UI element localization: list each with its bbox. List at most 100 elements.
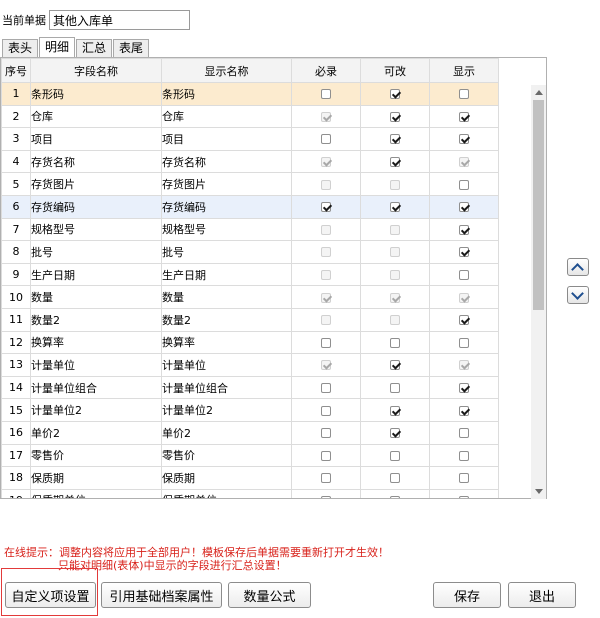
editable-checkbox[interactable] (390, 428, 400, 439)
tab-detail[interactable]: 明细 (39, 37, 76, 57)
editable-cell (360, 104, 430, 129)
editable-cell (360, 420, 430, 445)
visible-checkbox[interactable] (459, 428, 469, 439)
table-row[interactable]: 16 单价2 单价2 (1, 420, 499, 445)
col-header-visible: 显示 (429, 58, 499, 83)
custom-item-settings-button[interactable]: 自定义项设置 (5, 582, 96, 608)
quantity-formula-button[interactable]: 数量公式 (228, 582, 311, 608)
editable-checkbox[interactable] (390, 495, 400, 498)
visible-checkbox[interactable] (459, 337, 469, 348)
row-index-cell: 13 (1, 353, 31, 377)
required-cell (291, 398, 361, 422)
display-name-cell: 计量单位2 (161, 398, 292, 422)
scroll-up-arrow-icon[interactable] (531, 85, 546, 100)
table-row[interactable]: 11 数量2 数量2 (1, 307, 499, 332)
editable-checkbox[interactable] (390, 450, 400, 461)
required-checkbox[interactable] (321, 89, 331, 100)
required-checkbox[interactable] (321, 428, 331, 439)
row-index-cell: 8 (1, 240, 31, 264)
move-row-down-button[interactable] (567, 286, 589, 304)
scroll-down-arrow-icon[interactable] (531, 484, 546, 499)
editable-cell (360, 149, 430, 174)
table-row[interactable]: 14 计量单位组合 计量单位组合 (1, 375, 499, 400)
visible-checkbox[interactable] (459, 270, 469, 281)
table-row[interactable]: 7 规格型号 规格型号 (1, 217, 499, 242)
visible-checkbox[interactable] (459, 450, 469, 461)
required-cell (291, 330, 361, 355)
exit-button[interactable]: 退出 (508, 582, 576, 608)
visible-checkbox[interactable] (459, 247, 469, 258)
table-row[interactable]: 6 存货编码 存货编码 (1, 194, 499, 219)
current-document-input[interactable] (49, 10, 190, 30)
tab-header[interactable]: 表头 (2, 39, 39, 57)
scrollbar-thumb[interactable] (533, 100, 544, 310)
display-name-cell: 生产日期 (161, 262, 292, 287)
table-row[interactable]: 10 数量 数量 (1, 285, 499, 309)
table-header-row: 序号 字段名称 显示名称 必录 可改 显示 (1, 58, 499, 83)
tab-summary[interactable]: 汇总 (76, 39, 113, 57)
visible-checkbox[interactable] (459, 405, 469, 416)
required-checkbox[interactable] (321, 383, 331, 394)
table-row[interactable]: 8 批号 批号 (1, 240, 499, 264)
editable-checkbox[interactable] (390, 202, 400, 213)
editable-checkbox[interactable] (390, 157, 400, 168)
visible-checkbox[interactable] (459, 111, 469, 122)
required-checkbox[interactable] (321, 495, 331, 498)
required-checkbox[interactable] (321, 202, 331, 213)
visible-checkbox[interactable] (459, 315, 469, 326)
table-row[interactable]: 18 保质期 保质期 (1, 466, 499, 490)
visible-checkbox[interactable] (459, 224, 469, 235)
required-checkbox[interactable] (321, 134, 331, 145)
visible-checkbox[interactable] (459, 89, 469, 100)
visible-cell (429, 420, 499, 445)
table-row[interactable]: 4 存货名称 存货名称 (1, 149, 499, 174)
visible-checkbox[interactable] (459, 473, 469, 484)
editable-checkbox[interactable] (390, 360, 400, 371)
tab-footer[interactable]: 表尾 (113, 39, 150, 57)
visible-checkbox[interactable] (459, 495, 469, 498)
visible-checkbox[interactable] (459, 383, 469, 394)
editable-checkbox[interactable] (390, 405, 400, 416)
table-row[interactable]: 5 存货图片 存货图片 (1, 172, 499, 196)
editable-checkbox[interactable] (390, 473, 400, 484)
required-checkbox (321, 247, 331, 258)
row-index-cell: 3 (1, 127, 31, 151)
visible-cell (429, 262, 499, 287)
reference-base-archive-button[interactable]: 引用基础档案属性 (101, 582, 222, 608)
table-row[interactable]: 3 项目 项目 (1, 127, 499, 151)
visible-checkbox[interactable] (459, 202, 469, 213)
visible-cell (429, 104, 499, 129)
visible-cell (429, 488, 499, 498)
table-row[interactable]: 2 仓库 仓库 (1, 104, 499, 129)
table-row[interactable]: 9 生产日期 生产日期 (1, 262, 499, 287)
table-row[interactable]: 13 计量单位 计量单位 (1, 353, 499, 377)
editable-checkbox[interactable] (390, 89, 400, 100)
editable-checkbox[interactable] (390, 111, 400, 122)
table-row[interactable]: 19保质期单位保质期单位 (1, 488, 499, 498)
editable-checkbox[interactable] (390, 134, 400, 145)
required-checkbox[interactable] (321, 450, 331, 461)
editable-checkbox[interactable] (390, 337, 400, 348)
visible-cell (429, 194, 499, 219)
table-row[interactable]: 15 计量单位2 计量单位2 (1, 398, 499, 422)
required-checkbox[interactable] (321, 337, 331, 348)
table-row[interactable]: 12 换算率 换算率 (1, 330, 499, 355)
visible-cell (429, 217, 499, 242)
display-name-cell: 项目 (161, 127, 292, 151)
move-row-up-button[interactable] (567, 258, 589, 276)
save-button[interactable]: 保存 (433, 582, 501, 608)
col-header-editable: 可改 (360, 58, 430, 83)
field-name-cell: 项目 (30, 127, 162, 151)
required-checkbox[interactable] (321, 405, 331, 416)
table-row[interactable]: 1 条形码 条形码 (1, 82, 499, 106)
row-index-cell: 19 (1, 488, 31, 498)
visible-checkbox[interactable] (459, 179, 469, 190)
required-checkbox[interactable] (321, 473, 331, 484)
row-index-cell: 6 (1, 194, 31, 219)
editable-cell (360, 217, 430, 242)
grid-vertical-scrollbar[interactable] (531, 85, 546, 499)
editable-checkbox[interactable] (390, 383, 400, 394)
visible-checkbox[interactable] (459, 134, 469, 145)
editable-checkbox (390, 270, 400, 281)
table-row[interactable]: 17 零售价 零售价 (1, 443, 499, 468)
